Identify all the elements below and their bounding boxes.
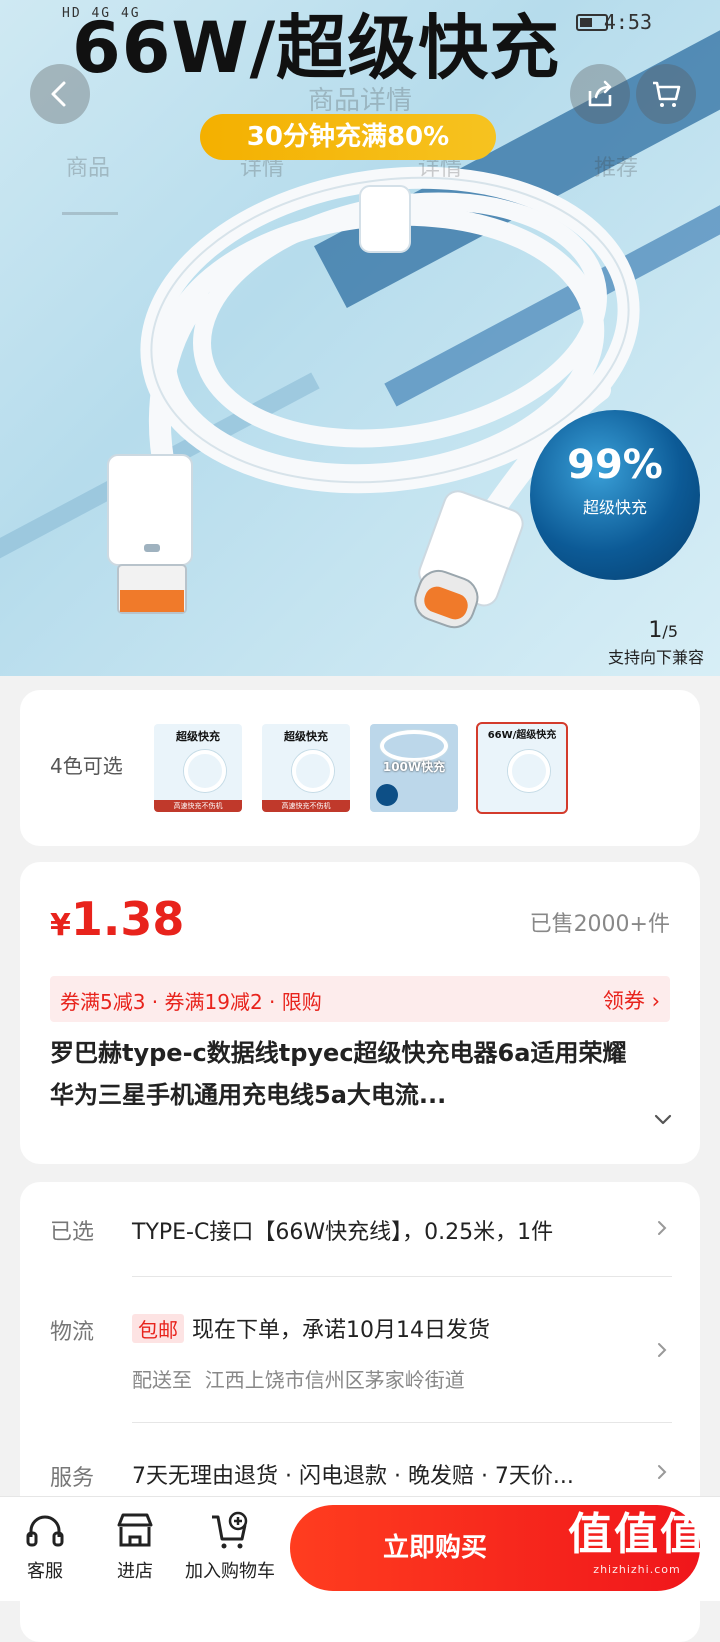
hero-badge: 30分钟充满80%	[200, 114, 496, 160]
sold-count: 已售2000+件	[529, 912, 670, 937]
image-pager: 1/5	[648, 618, 678, 643]
get-coupon-link[interactable]: 领券 ›	[603, 985, 660, 1015]
price-value: 1.38	[70, 892, 185, 946]
divider	[132, 1422, 672, 1423]
add-cart-icon	[212, 1511, 248, 1549]
chevron-right-icon[interactable]	[654, 1220, 670, 1236]
pager-total: /5	[662, 622, 678, 641]
thumbnail-title: 超级快充	[176, 730, 220, 743]
drop-label: 超级快充	[582, 498, 647, 517]
chevron-right-icon[interactable]	[654, 1464, 670, 1480]
site-watermark: 值值值 zhizhizhi.com	[568, 1507, 706, 1576]
chevron-left-icon	[51, 81, 66, 107]
service-label: 服务	[50, 1466, 95, 1491]
cart-button[interactable]	[636, 64, 696, 124]
promo-banner[interactable]: 券满5减3 · 券满19减2 · 限购 领券 ›	[50, 976, 670, 1022]
thumbnail-title: 100W快充	[382, 760, 446, 774]
thumbnail-strip: 高速快充不伤机	[262, 800, 350, 812]
selected-label: 已选	[50, 1220, 95, 1245]
thumbnail-strip: 高速快充不伤机	[154, 800, 242, 812]
ship-to-label: 配送至	[132, 1368, 192, 1392]
ghost-tab: 推荐	[594, 156, 639, 181]
customer-service-button[interactable]: 客服	[20, 1511, 70, 1583]
fast-charge-drop-badge: 99% 超级快充	[530, 410, 700, 580]
compat-caption: 支持向下兼容	[607, 648, 704, 667]
price-card: ¥1.38 已售2000+件 券满5减3 · 券满19减2 · 限购 领券 › …	[20, 862, 700, 1164]
price: ¥1.38	[50, 892, 184, 946]
logistics-value[interactable]: 包邮 现在下单，承诺10月14日发货	[132, 1312, 490, 1344]
add-to-cart-label: 加入购物车	[185, 1561, 275, 1582]
price-currency: ¥	[50, 908, 71, 943]
share-icon	[588, 80, 612, 107]
free-shipping-badge: 包邮	[132, 1314, 184, 1343]
thumbnail-title: 66W/超级快充	[487, 730, 557, 741]
color-count-label: 4色可选	[50, 754, 123, 778]
drop-percent: 99%	[567, 442, 663, 488]
chevron-down-icon[interactable]	[652, 1108, 674, 1130]
share-button[interactable]	[570, 64, 630, 124]
color-thumbnail-selected[interactable]: 66W/超级快充	[476, 722, 568, 814]
status-time: 4:53	[603, 10, 652, 34]
ghost-tab: 商品	[66, 156, 111, 181]
product-title: 罗巴赫type-c数据线tpyec超级快充电器6a适用荣耀华为三星手机通用充电线…	[50, 1039, 627, 1109]
logistics-label: 物流	[50, 1320, 95, 1345]
pager-current: 1	[648, 618, 663, 643]
signal-indicators: HD 4G 4G	[62, 6, 141, 21]
color-thumbnail[interactable]: 超级快充 高速快充不伤机	[262, 724, 350, 812]
thumbnail-title: 超级快充	[284, 730, 328, 743]
divider	[132, 1276, 672, 1277]
service-value[interactable]: 7天无理由退货 · 闪电退款 · 晚发赔 · 7天价...	[132, 1458, 574, 1490]
add-to-cart-button[interactable]: 加入购物车	[178, 1511, 282, 1583]
color-thumbnail[interactable]: 100W快充	[370, 724, 458, 812]
thumbnail-cable	[292, 750, 334, 792]
chevron-right-icon[interactable]	[654, 1342, 670, 1358]
customer-service-label: 客服	[27, 1561, 63, 1582]
ship-to[interactable]: 配送至 江西上饶市信州区茅家岭街道	[132, 1364, 465, 1393]
store-label: 进店	[117, 1561, 153, 1582]
bottom-action-bar: 客服 进店 加入购物车 立即购买 值值值 zhizhizhi.com	[0, 1496, 720, 1601]
cart-icon	[653, 81, 681, 107]
thumbnail-cable	[508, 750, 550, 792]
store-icon	[117, 1513, 153, 1547]
store-button[interactable]: 进店	[110, 1511, 160, 1583]
thumbnail-cable	[184, 750, 226, 792]
promo-text: 券满5减3 · 券满19减2 · 限购	[60, 990, 322, 1014]
ship-promise: 现在下单，承诺10月14日发货	[192, 1318, 490, 1343]
headset-icon	[26, 1515, 64, 1547]
selected-value[interactable]: TYPE-C接口【66W快充线】，0.25米，1件	[132, 1214, 553, 1246]
back-button[interactable]	[30, 64, 90, 124]
color-thumbnail[interactable]: 超级快充 高速快充不伤机	[154, 724, 242, 812]
ghost-tab-underline	[62, 212, 118, 215]
color-options-card: 4色可选 超级快充 高速快充不伤机 超级快充 高速快充不伤机 100W快充 66…	[20, 690, 700, 846]
watermark-logo: 值值值	[568, 1509, 706, 1560]
status-bar: HD 4G 4G 4:53	[0, 0, 720, 36]
ship-to-address: 江西上饶市信州区茅家岭街道	[204, 1368, 465, 1392]
watermark-url: zhizhizhi.com	[593, 1563, 681, 1576]
buy-now-label: 立即购买	[382, 1533, 487, 1563]
thumbnail-bubble	[376, 784, 398, 806]
